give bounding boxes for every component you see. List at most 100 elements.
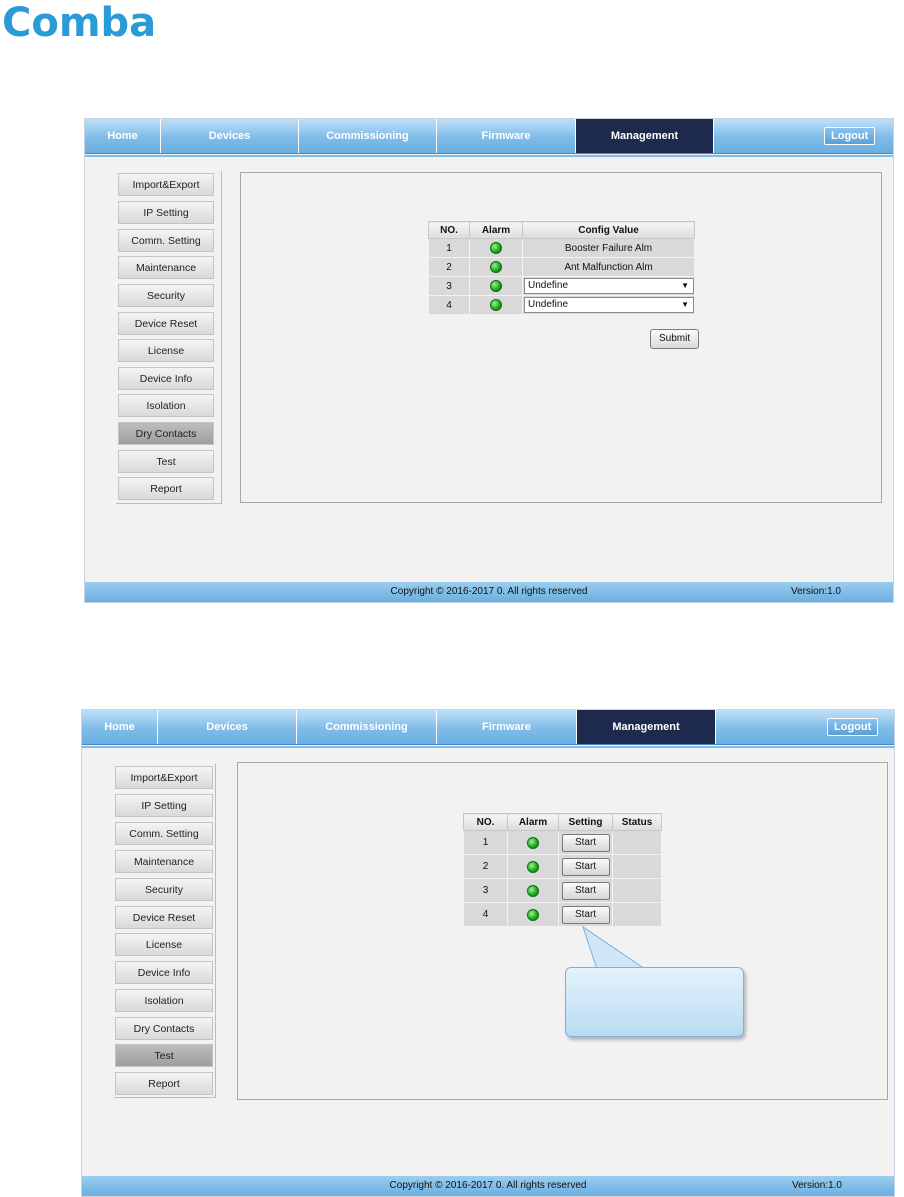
- test-table: NO. Alarm Setting Status 1 Start 2 Start: [463, 813, 662, 927]
- content-area: NO. Alarm Config Value 1 Booster Failure…: [240, 172, 882, 503]
- row-number: 2: [428, 257, 470, 277]
- alarm-led-icon: [490, 261, 502, 273]
- alarm-led-icon: [527, 908, 539, 921]
- screen-test: Home Devices Commissioning Firmware Mana…: [81, 709, 895, 1197]
- table-row: 3 Start: [463, 878, 662, 903]
- footer: Copyright © 2016-2017 0. All rights rese…: [82, 1176, 894, 1196]
- tab-firmware[interactable]: Firmware: [437, 710, 577, 744]
- status-cell: [612, 854, 662, 879]
- tab-commissioning[interactable]: Commissioning: [299, 119, 437, 153]
- screen-dry-contacts: Home Devices Commissioning Firmware Mana…: [84, 118, 894, 603]
- row-number: 4: [428, 295, 470, 315]
- sidebar-item-test[interactable]: Test: [115, 1044, 213, 1067]
- sidebar-item-import-export[interactable]: Import&Export: [115, 766, 213, 789]
- row-number: 3: [428, 276, 470, 296]
- tab-commissioning[interactable]: Commissioning: [297, 710, 437, 744]
- table-row: 2 Ant Malfunction Alm: [428, 257, 695, 277]
- sidebar-item-isolation[interactable]: Isolation: [118, 394, 214, 417]
- top-navigation: Home Devices Commissioning Firmware Mana…: [85, 119, 893, 154]
- sidebar-item-report[interactable]: Report: [115, 1072, 213, 1095]
- alarm-led-icon: [490, 299, 502, 311]
- nav-underline: [82, 746, 894, 748]
- logout-button[interactable]: Logout: [827, 718, 879, 736]
- table-row: 4 Undefine ▼: [428, 295, 695, 315]
- sidebar-item-ip-setting[interactable]: IP Setting: [115, 794, 213, 817]
- header-setting: Setting: [558, 813, 613, 831]
- table-row: 1 Booster Failure Alm: [428, 238, 695, 258]
- config-value-select[interactable]: Undefine ▼: [524, 297, 694, 313]
- tab-devices[interactable]: Devices: [161, 119, 299, 153]
- sidebar-item-test[interactable]: Test: [118, 450, 214, 473]
- sidebar-item-device-reset[interactable]: Device Reset: [118, 312, 214, 335]
- footer: Copyright © 2016-2017 0. All rights rese…: [85, 582, 893, 602]
- sidebar-item-device-info[interactable]: Device Info: [115, 961, 213, 984]
- table-row: 2 Start: [463, 854, 662, 879]
- sidebar-item-maintenance[interactable]: Maintenance: [118, 256, 214, 279]
- tab-home[interactable]: Home: [85, 119, 161, 153]
- sidebar-item-device-info[interactable]: Device Info: [118, 367, 214, 390]
- alarm-led-icon: [527, 884, 539, 897]
- comba-logo: Comba: [2, 0, 178, 42]
- version-text: Version:1.0: [791, 1180, 842, 1191]
- row-number: 4: [463, 902, 508, 927]
- start-button[interactable]: Start: [561, 881, 610, 900]
- sidebar-item-device-reset[interactable]: Device Reset: [115, 906, 213, 929]
- start-button[interactable]: Start: [561, 905, 610, 924]
- config-value-text: Ant Malfunction Alm: [522, 257, 695, 277]
- tab-home[interactable]: Home: [82, 710, 158, 744]
- start-button[interactable]: Start: [561, 833, 610, 852]
- select-value: Undefine: [528, 280, 569, 291]
- sidebar-item-maintenance[interactable]: Maintenance: [115, 850, 213, 873]
- sidebar-item-security[interactable]: Security: [118, 284, 214, 307]
- config-value-text: Booster Failure Alm: [522, 238, 695, 258]
- sidebar-item-security[interactable]: Security: [115, 878, 213, 901]
- config-value-select[interactable]: Undefine ▼: [524, 278, 694, 294]
- sidebar-item-license[interactable]: License: [115, 933, 213, 956]
- submit-button[interactable]: Submit: [650, 329, 700, 349]
- header-status: Status: [612, 813, 662, 831]
- row-number: 1: [428, 238, 470, 258]
- logout-button[interactable]: Logout: [824, 127, 876, 145]
- alarm-led-icon: [490, 280, 502, 292]
- copyright-text: Copyright © 2016-2017 0. All rights rese…: [389, 1180, 587, 1191]
- callout-pointer: [582, 925, 647, 970]
- top-navigation: Home Devices Commissioning Firmware Mana…: [82, 710, 894, 745]
- sidebar-item-isolation[interactable]: Isolation: [115, 989, 213, 1012]
- sidebar-item-dry-contacts[interactable]: Dry Contacts: [118, 422, 214, 445]
- header-alarm: Alarm: [507, 813, 559, 831]
- header-alarm: Alarm: [469, 221, 523, 239]
- dry-contacts-table: NO. Alarm Config Value 1 Booster Failure…: [428, 221, 695, 315]
- header-no: NO.: [463, 813, 508, 831]
- tab-devices[interactable]: Devices: [158, 710, 297, 744]
- status-cell: [612, 902, 662, 927]
- tab-firmware[interactable]: Firmware: [437, 119, 576, 153]
- copyright-text: Copyright © 2016-2017 0. All rights rese…: [390, 586, 588, 597]
- sidebar-item-license[interactable]: License: [118, 339, 214, 362]
- table-row: 4 Start: [463, 902, 662, 927]
- sidebar-item-comm-setting[interactable]: Comm. Setting: [118, 229, 214, 252]
- header-config-value: Config Value: [522, 221, 695, 239]
- content-area: NO. Alarm Setting Status 1 Start 2 Start: [237, 762, 888, 1100]
- start-button[interactable]: Start: [561, 857, 610, 876]
- logo-text: Comba: [2, 0, 156, 42]
- table-row: 3 Undefine ▼: [428, 276, 695, 296]
- nav-underline: [85, 155, 893, 157]
- header-no: NO.: [428, 221, 470, 239]
- dropdown-arrow-icon: ▼: [681, 300, 689, 309]
- row-number: 2: [463, 854, 508, 879]
- alarm-led-icon: [490, 242, 502, 254]
- sidebar-item-dry-contacts[interactable]: Dry Contacts: [115, 1017, 213, 1040]
- sidebar-item-ip-setting[interactable]: IP Setting: [118, 201, 214, 224]
- version-text: Version:1.0: [790, 586, 841, 597]
- row-number: 3: [463, 878, 508, 903]
- dropdown-arrow-icon: ▼: [681, 281, 689, 290]
- callout-bubble: [565, 967, 744, 1037]
- sidebar-item-import-export[interactable]: Import&Export: [118, 173, 214, 196]
- sidebar-item-report[interactable]: Report: [118, 477, 214, 500]
- sidebar-item-comm-setting[interactable]: Comm. Setting: [115, 822, 213, 845]
- table-row: 1 Start: [463, 830, 662, 855]
- tab-management[interactable]: Management: [576, 119, 714, 153]
- status-cell: [612, 878, 662, 903]
- select-value: Undefine: [528, 299, 569, 310]
- tab-management[interactable]: Management: [577, 710, 716, 744]
